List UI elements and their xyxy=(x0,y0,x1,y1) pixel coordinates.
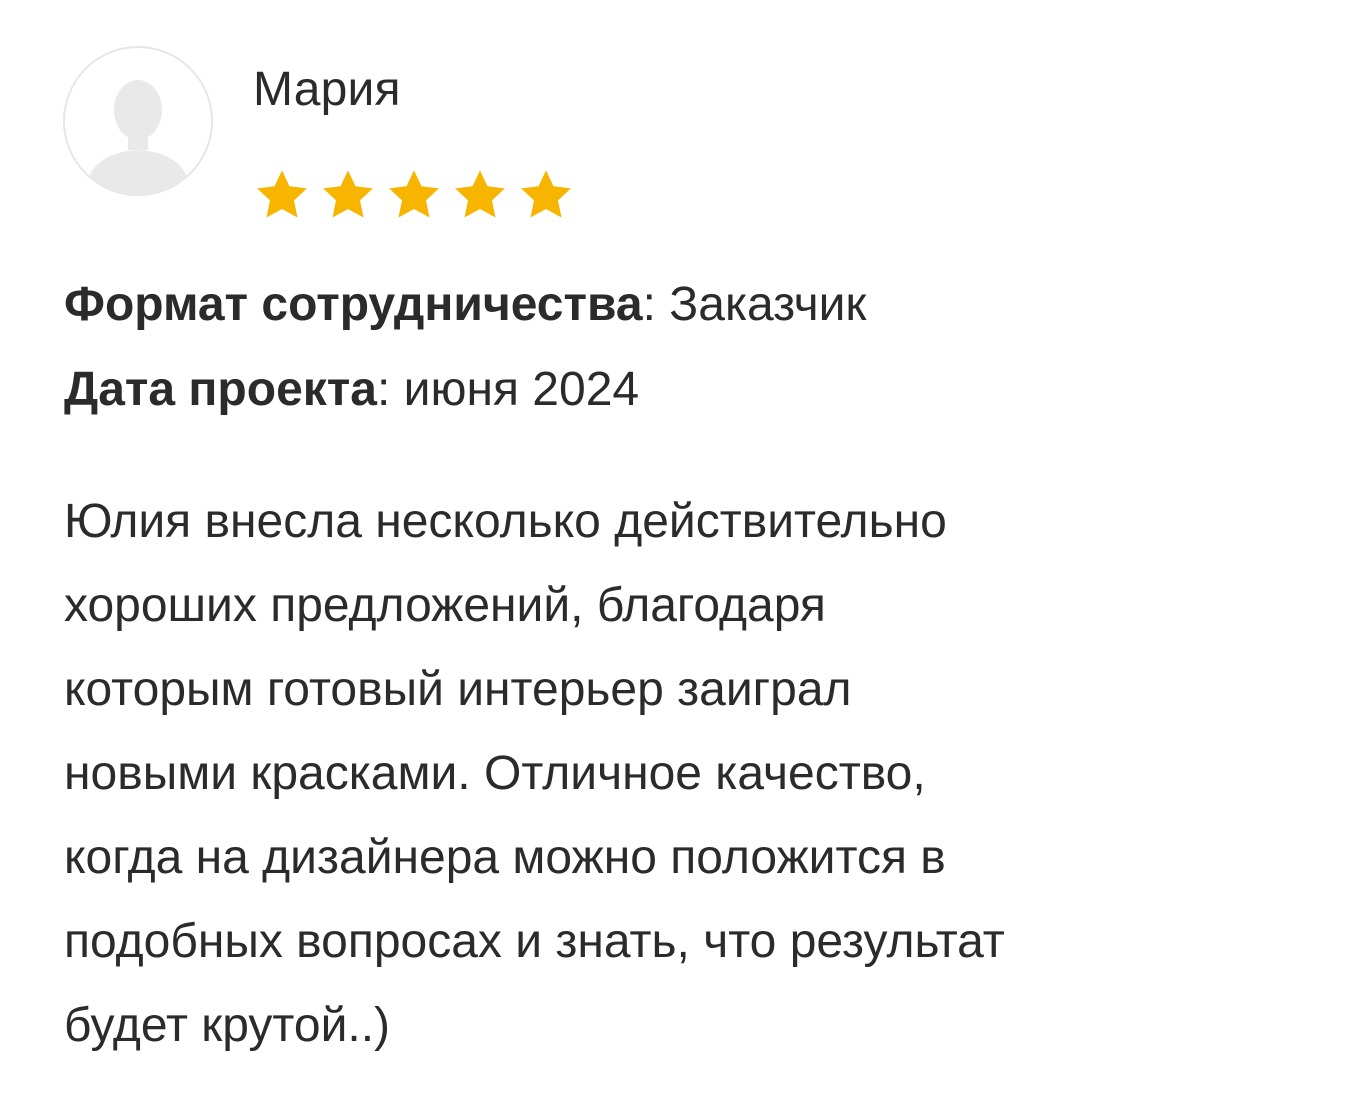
review-text: Юлия внесла несколько действительно хоро… xyxy=(64,480,1294,1068)
review-text-line: Юлия внесла несколько действительно xyxy=(64,495,947,548)
review-text-line: хороших предложений, благодаря xyxy=(64,579,826,632)
review-text-line: будет крутой..) xyxy=(64,999,391,1052)
cooperation-format-separator: : xyxy=(642,278,670,331)
star-icon xyxy=(323,170,373,218)
star-icon xyxy=(257,170,307,218)
review-text-line: подобных вопросах и знать, что результат xyxy=(64,915,1005,968)
cooperation-format-label: Формат сотрудничества xyxy=(64,278,643,331)
review-text-line: которым готовый интерьер заиграл xyxy=(64,663,852,716)
project-date-label: Дата проекта xyxy=(64,363,377,416)
star-icon xyxy=(389,170,439,218)
review-text-line: когда на дизайнера можно положится в xyxy=(64,831,946,884)
author-name: Мария xyxy=(253,63,401,116)
project-date: Дата проекта: июня 2024 xyxy=(64,360,639,420)
user-silhouette-icon xyxy=(65,48,211,194)
review-text-line: новыми красками. Отличное качество, xyxy=(64,747,926,800)
project-date-value: июня 2024 xyxy=(403,363,640,416)
avatar xyxy=(63,46,213,196)
project-date-separator: : xyxy=(376,363,404,416)
rating-stars xyxy=(252,166,576,226)
cooperation-format-value: Заказчик xyxy=(669,278,867,331)
review-card: Мария Формат сотрудничества: Заказчик Да… xyxy=(0,0,1358,1105)
cooperation-format: Формат сотрудничества: Заказчик xyxy=(64,275,866,335)
star-icon xyxy=(521,170,571,218)
star-icon xyxy=(455,170,505,218)
